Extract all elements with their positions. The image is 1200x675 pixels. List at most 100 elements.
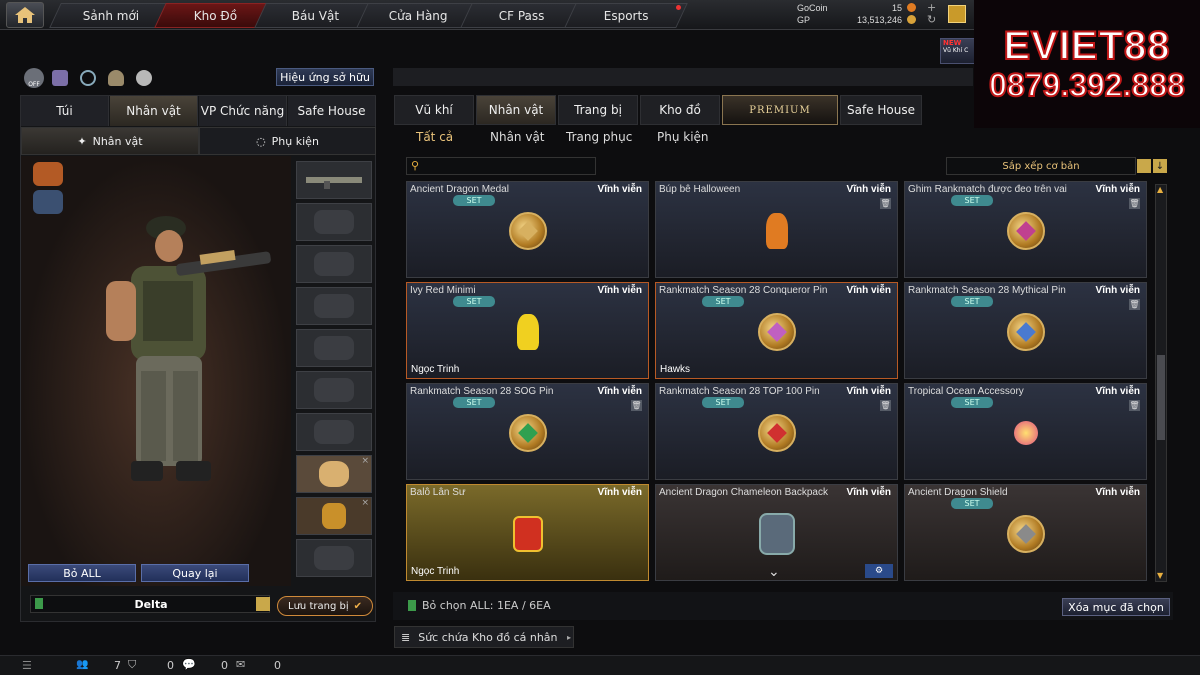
owned-effects-button[interactable]: Hiệu ứng sở hữu — [276, 68, 374, 86]
scroll-up-icon[interactable]: ▲ — [1157, 185, 1165, 195]
search-input[interactable]: ⚲ — [406, 157, 596, 175]
doll-icon — [766, 213, 788, 249]
tab-character[interactable]: Nhân vật — [110, 96, 198, 126]
faction-alt-icon[interactable] — [33, 190, 63, 214]
slot-empty-icon — [314, 378, 354, 402]
timer-icon[interactable] — [80, 70, 96, 86]
medal-icon — [1007, 313, 1045, 351]
list-view-icon[interactable] — [1137, 159, 1151, 173]
item-card[interactable]: Balô Lân Sư Vĩnh viễn Ngọc Trinh — [406, 484, 649, 581]
slot-body[interactable] — [296, 371, 372, 409]
item-card[interactable]: Ancient Dragon Chameleon Backpack Vĩnh vi… — [655, 484, 898, 581]
slot-vest[interactable] — [296, 329, 372, 367]
scroll-down-icon[interactable]: ▼ — [1157, 571, 1165, 581]
item-card[interactable]: Búp bê Halloween Vĩnh viễn 🗑 — [655, 181, 898, 278]
faction-icon[interactable] — [33, 162, 63, 186]
set-badge: SET — [951, 296, 993, 307]
refresh-icon[interactable]: ↻ — [927, 13, 936, 26]
item-duration: Vĩnh viễn — [597, 487, 642, 498]
header-strip — [393, 68, 973, 86]
home-button[interactable] — [6, 2, 44, 28]
storage-capacity-button[interactable]: ≣ Sức chứa Kho đồ cá nhân ▸ — [394, 626, 574, 648]
slot-accessory-2[interactable]: × — [296, 497, 372, 535]
clan-icon[interactable]: ⛉ — [128, 658, 136, 672]
gold-accessory-icon — [322, 503, 346, 529]
status-bar — [0, 655, 1200, 675]
character-preview[interactable]: Bỏ ALL Quay lại — [21, 156, 291, 586]
remove-icon[interactable]: × — [361, 498, 369, 508]
filter-accessory[interactable]: Phụ kiện — [657, 130, 709, 144]
item-card[interactable]: Rankmatch Season 28 Mythical Pin Vĩnh viễ… — [904, 282, 1147, 379]
rank-badge-icon — [948, 5, 966, 23]
tab-equipment[interactable]: Trang bị — [558, 95, 638, 125]
sort-dropdown[interactable]: Sắp xếp cơ bản — [946, 157, 1136, 175]
trash-icon[interactable]: 🗑 — [880, 400, 891, 411]
slot-empty-icon — [314, 546, 354, 570]
friends-count: 7 — [114, 659, 121, 672]
trash-icon[interactable]: 🗑 — [1129, 400, 1140, 411]
reset-all-button[interactable]: Bỏ ALL — [28, 564, 136, 582]
tab-functional-items[interactable]: VP Chức năng — [199, 96, 287, 126]
scroll-thumb[interactable] — [1157, 355, 1165, 440]
slot-weapon[interactable] — [296, 161, 372, 199]
stats-icon[interactable] — [52, 70, 68, 86]
tab-characters[interactable]: Nhân vật — [476, 95, 556, 125]
scrollbar[interactable]: ▲ ▼ — [1155, 184, 1167, 582]
item-card[interactable]: Rankmatch Season 28 SOG Pin Vĩnh viễn SET 🗑 — [406, 383, 649, 480]
settings-icon[interactable]: ⚙ — [865, 564, 893, 578]
tab-premium[interactable]: PREMIUM — [722, 95, 838, 125]
tab-safe-house-right[interactable]: Safe House — [840, 95, 922, 125]
save-equipment-button[interactable]: Lưu trang bị ✔ — [277, 596, 373, 616]
menu-icon[interactable] — [256, 597, 270, 611]
tab-weapons[interactable]: Vũ khí — [394, 95, 474, 125]
slot-accessory-1[interactable]: × — [296, 455, 372, 493]
tab-lobby[interactable]: Sảnh mới — [49, 3, 173, 28]
item-card[interactable]: Ghim Rankmatch được đeo trên vai Vĩnh viễ… — [904, 181, 1147, 278]
list-icon[interactable]: ☰ — [22, 659, 32, 672]
character-pose-icon[interactable] — [108, 70, 124, 86]
friends-icon[interactable]: 👥 — [76, 659, 88, 670]
filter-all[interactable]: Tất cả — [416, 130, 453, 144]
item-thumbnail — [1001, 206, 1051, 256]
item-card[interactable]: Ivy Red Minimi Vĩnh viễn SET Ngọc Trinh — [406, 282, 649, 379]
remove-icon[interactable]: × — [361, 456, 369, 466]
clear-selected-button[interactable]: Xóa mục đã chọn — [1062, 598, 1170, 616]
trash-icon[interactable]: 🗑 — [1129, 198, 1140, 209]
item-card[interactable]: Tropical Ocean Accessory Vĩnh viễn SET 🗑 — [904, 383, 1147, 480]
chat-icon[interactable]: 💬 — [182, 658, 196, 671]
tab-bag[interactable]: Túi — [21, 96, 109, 126]
new-weapon-banner[interactable]: NEW Vũ Khí C — [940, 38, 976, 64]
trash-icon[interactable]: 🗑 — [880, 198, 891, 209]
item-card[interactable]: Ancient Dragon Medal Vĩnh viễn SET — [406, 181, 649, 278]
item-duration: Vĩnh viễn — [1095, 285, 1140, 296]
medal-icon — [509, 212, 547, 250]
item-card[interactable]: Rankmatch Season 28 Conqueror Pin Vĩnh vi… — [655, 282, 898, 379]
mouse-icon[interactable] — [136, 70, 152, 86]
tab-safe-house[interactable]: Safe House — [288, 96, 376, 126]
trash-icon[interactable]: 🗑 — [1129, 299, 1140, 310]
home-icon — [15, 7, 35, 23]
slot-accessory-3[interactable] — [296, 539, 372, 577]
slot-top[interactable] — [296, 287, 372, 325]
trash-icon[interactable]: 🗑 — [631, 400, 642, 411]
tab-esports[interactable]: Esports — [564, 3, 688, 28]
chevron-down-icon[interactable]: ⌄ — [768, 564, 780, 580]
item-card[interactable]: Ancient Dragon Shield Vĩnh viễn SET — [904, 484, 1147, 581]
filter-character[interactable]: Nhân vật — [490, 130, 545, 144]
subtab-accessory[interactable]: ◌ Phụ kiện — [199, 127, 376, 155]
subtab-character[interactable]: ✦ Nhân vật — [21, 127, 199, 155]
back-button[interactable]: Quay lại — [141, 564, 249, 582]
preset-selector[interactable]: Delta — [30, 595, 270, 613]
expand-icon: ▸ — [566, 632, 571, 642]
toggle-off-icon[interactable]: OFF — [24, 68, 44, 88]
item-duration: Vĩnh viễn — [597, 184, 642, 195]
slot-head[interactable] — [296, 203, 372, 241]
slot-pants[interactable] — [296, 413, 372, 451]
tab-storage[interactable]: Kho đồ — [640, 95, 720, 125]
mail-icon[interactable]: ✉ — [236, 658, 245, 671]
filter-outfit[interactable]: Trang phục — [566, 130, 632, 144]
item-name: Ancient Dragon Medal — [410, 184, 509, 195]
item-card[interactable]: Rankmatch Season 28 TOP 100 Pin Vĩnh viễn… — [655, 383, 898, 480]
slot-glasses[interactable] — [296, 245, 372, 283]
sort-direction-icon[interactable]: ↓ — [1153, 159, 1167, 173]
